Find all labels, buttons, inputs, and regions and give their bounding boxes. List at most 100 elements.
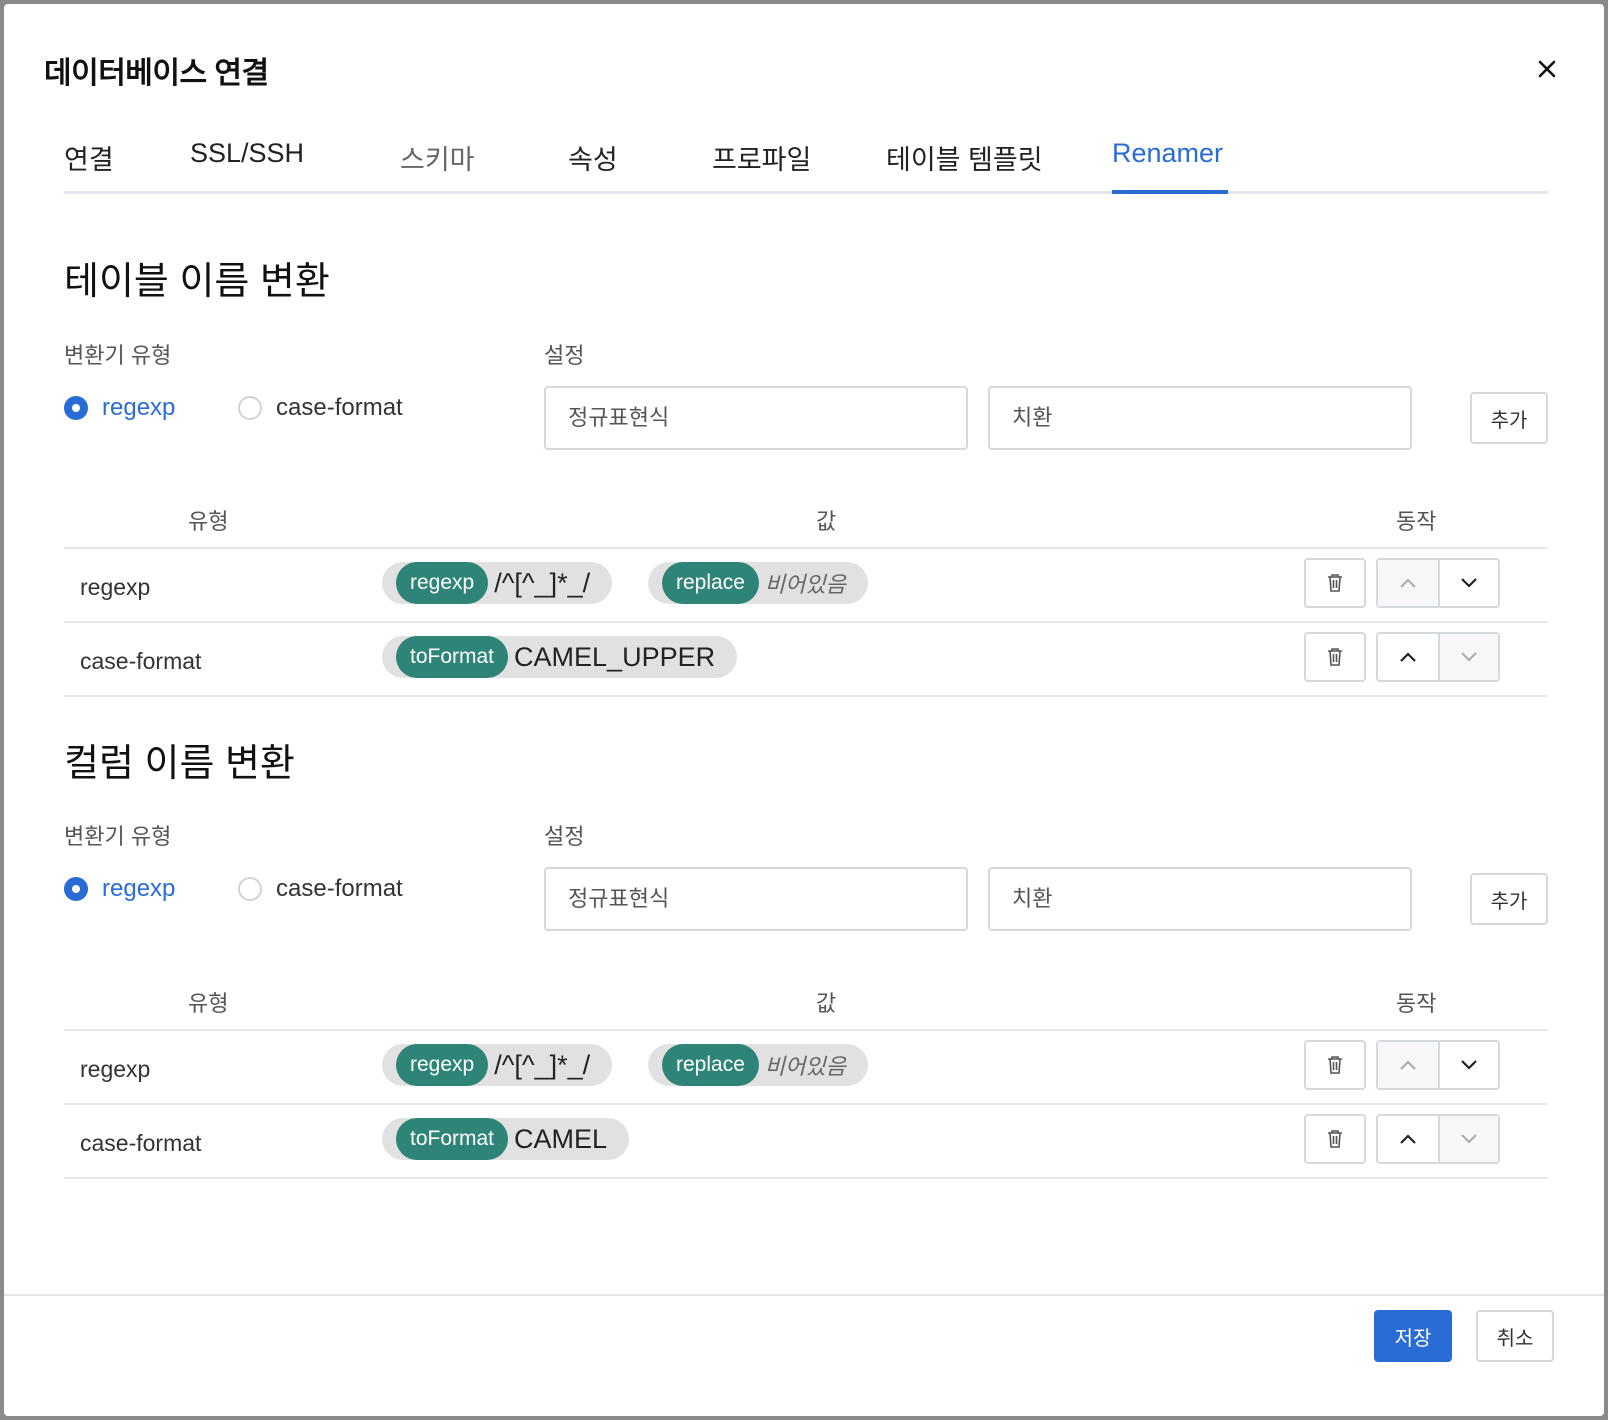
column-header-value: 값 xyxy=(816,991,837,1016)
delete-button[interactable] xyxy=(1304,558,1366,608)
table-header-type: 유형 xyxy=(188,509,229,534)
column-header-action: 동작 xyxy=(1396,991,1437,1016)
column-section-title: 컬럼 이름 변환 xyxy=(64,743,295,785)
save-button[interactable]: 저장 xyxy=(1374,1310,1452,1362)
pill-value: /^[^_]*_/ xyxy=(494,1049,591,1080)
divider xyxy=(64,1177,1548,1179)
pill-key: toFormat xyxy=(396,636,509,678)
reorder-button-group xyxy=(1376,558,1500,608)
table-settings-label: 설정 xyxy=(544,343,585,368)
column-radio-case-format[interactable]: case-format xyxy=(238,875,403,903)
value-pill: regexp /^[^_]*_/ xyxy=(382,562,613,604)
pill-value: CAMEL_UPPER xyxy=(514,641,716,672)
table-section-title: 테이블 이름 변환 xyxy=(64,261,330,303)
value-pill: regexp /^[^_]*_/ xyxy=(382,1044,613,1086)
column-settings-label: 설정 xyxy=(544,824,585,849)
table-replace-input[interactable] xyxy=(988,386,1412,450)
table-add-button[interactable]: 추가 xyxy=(1470,392,1548,444)
trash-icon xyxy=(1328,1130,1342,1148)
radio-checked-icon xyxy=(64,877,88,901)
radio-unchecked-icon xyxy=(238,877,262,901)
close-icon xyxy=(1538,60,1556,78)
move-up-button[interactable] xyxy=(1378,1116,1438,1162)
divider xyxy=(64,1029,1548,1031)
column-add-button[interactable]: 추가 xyxy=(1470,873,1548,925)
table-converter-type-label: 변환기 유형 xyxy=(64,343,172,368)
pill-value-empty: 비어있음 xyxy=(764,572,846,597)
row-type: regexp xyxy=(80,1056,151,1082)
pill-key: regexp xyxy=(396,1044,489,1086)
move-down-button[interactable] xyxy=(1438,1116,1498,1162)
value-pill: toFormat CAMEL_UPPER xyxy=(382,636,738,678)
chevron-up-icon xyxy=(1400,1060,1416,1070)
close-button[interactable] xyxy=(1532,54,1562,84)
radio-checked-icon xyxy=(64,396,88,420)
divider xyxy=(64,621,1548,623)
trash-icon xyxy=(1328,648,1342,666)
dialog-title: 데이터베이스 연결 xyxy=(44,57,269,90)
cancel-button[interactable]: 취소 xyxy=(1476,1310,1554,1362)
tab-properties[interactable]: 속성 xyxy=(568,138,618,177)
tab-renamer[interactable]: Renamer xyxy=(1112,138,1223,169)
chevron-up-icon xyxy=(1400,652,1416,662)
column-converter-type-label: 변환기 유형 xyxy=(64,824,172,849)
tab-table-template[interactable]: 테이블 템플릿 xyxy=(886,138,1043,177)
pill-key: replace xyxy=(662,1044,759,1086)
chevron-down-icon xyxy=(1461,652,1477,662)
tab-bar: 연결 SSL/SSH 스키마 속성 프로파일 테이블 템플릿 Renamer xyxy=(64,134,1548,194)
pill-key: toFormat xyxy=(396,1118,509,1160)
column-regex-input[interactable] xyxy=(544,867,968,931)
chevron-down-icon xyxy=(1461,578,1477,588)
radio-label: case-format xyxy=(276,394,403,421)
chevron-down-icon xyxy=(1461,1060,1477,1070)
value-pill: toFormat CAMEL xyxy=(382,1118,630,1160)
tab-connection[interactable]: 연결 xyxy=(64,138,114,177)
radio-label: case-format xyxy=(276,875,403,902)
move-down-button[interactable] xyxy=(1438,560,1498,606)
chevron-up-icon xyxy=(1400,1134,1416,1144)
move-up-button[interactable] xyxy=(1378,1042,1438,1088)
table-header-action: 동작 xyxy=(1396,509,1437,534)
reorder-button-group xyxy=(1376,632,1500,682)
divider xyxy=(64,1103,1548,1105)
column-radio-regexp[interactable]: regexp xyxy=(64,875,175,903)
column-header-type: 유형 xyxy=(188,991,229,1016)
table-header-value: 값 xyxy=(816,509,837,534)
move-up-button[interactable] xyxy=(1378,634,1438,680)
database-connection-dialog: 데이터베이스 연결 연결 SSL/SSH 스키마 속성 프로파일 테이블 템플릿… xyxy=(4,4,1604,1416)
delete-button[interactable] xyxy=(1304,632,1366,682)
radio-unchecked-icon xyxy=(238,396,262,420)
move-down-button[interactable] xyxy=(1438,1042,1498,1088)
pill-value-empty: 비어있음 xyxy=(764,1054,846,1079)
active-tab-indicator xyxy=(1112,190,1228,194)
tab-ssl-ssh[interactable]: SSL/SSH xyxy=(190,138,304,169)
pill-value: /^[^_]*_/ xyxy=(494,567,591,598)
column-replace-input[interactable] xyxy=(988,867,1412,931)
reorder-button-group xyxy=(1376,1114,1500,1164)
delete-button[interactable] xyxy=(1304,1114,1366,1164)
move-down-button[interactable] xyxy=(1438,634,1498,680)
footer-divider xyxy=(4,1294,1604,1296)
chevron-up-icon xyxy=(1400,578,1416,588)
table-radio-case-format[interactable]: case-format xyxy=(238,394,403,422)
row-type: case-format xyxy=(80,648,202,674)
chevron-down-icon xyxy=(1461,1134,1477,1144)
radio-label: regexp xyxy=(102,394,176,421)
row-type: regexp xyxy=(80,574,151,600)
pill-value: CAMEL xyxy=(514,1123,608,1154)
delete-button[interactable] xyxy=(1304,1040,1366,1090)
radio-label: regexp xyxy=(102,875,176,902)
move-up-button[interactable] xyxy=(1378,560,1438,606)
table-regex-input[interactable] xyxy=(544,386,968,450)
tab-schema[interactable]: 스키마 xyxy=(400,138,475,177)
divider xyxy=(64,695,1548,697)
tab-profile[interactable]: 프로파일 xyxy=(712,138,811,177)
divider xyxy=(64,547,1548,549)
pill-key: regexp xyxy=(396,562,489,604)
table-radio-regexp[interactable]: regexp xyxy=(64,394,175,422)
row-type: case-format xyxy=(80,1130,202,1156)
value-pill: replace 비어있음 xyxy=(648,562,868,604)
pill-key: replace xyxy=(662,562,759,604)
trash-icon xyxy=(1328,1056,1342,1074)
value-pill: replace 비어있음 xyxy=(648,1044,868,1086)
